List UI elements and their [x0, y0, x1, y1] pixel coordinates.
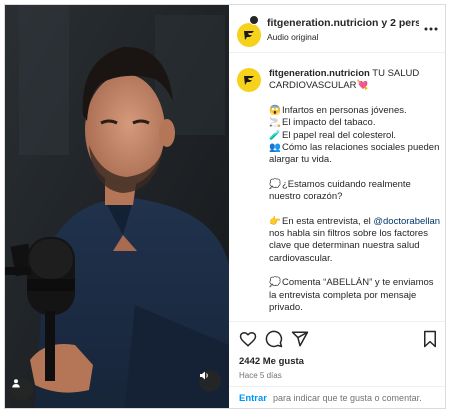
- collaborator-avatar[interactable]: [249, 15, 259, 25]
- fitgeneration-logo-icon: [244, 31, 254, 40]
- bullet-text: El papel real del colesterol.: [282, 129, 397, 141]
- comment-icon[interactable]: [265, 330, 283, 348]
- heart-icon[interactable]: [239, 330, 257, 348]
- bookmark-icon[interactable]: [421, 330, 439, 348]
- caption-author[interactable]: fitgeneration.nutricion: [269, 68, 370, 79]
- bullet-text: El impacto del tabaco.: [282, 117, 376, 129]
- caption-cta: 💭Comenta “ABELLÁN” y te enviamos la entr…: [269, 277, 441, 314]
- post-actions: 2442 Me gusta Hace 5 días Entrar para in…: [229, 321, 445, 408]
- share-icon[interactable]: [291, 330, 309, 348]
- cta-text: Comenta “ABELLÁN” y te enviamos la entre…: [269, 277, 434, 314]
- video-frame-illustration: [5, 5, 229, 408]
- mute-toggle-button[interactable]: [199, 370, 221, 392]
- caption-title: fitgeneration.nutricion TU SALUD CARDIOV…: [269, 68, 441, 93]
- post-header: fitgeneration.nutricion y 2 personas Aud…: [229, 5, 445, 53]
- bullet-text: Infartos en personas jóvenes.: [282, 104, 407, 116]
- bullet-item: 🧪El papel real del colesterol.: [269, 130, 396, 141]
- likes-count[interactable]: 2442 Me gusta: [239, 356, 304, 367]
- heart-emoji: 💘: [356, 80, 369, 92]
- user-tag-icon: [12, 379, 20, 388]
- bullet-item: 🚬El impacto del tabaco.: [269, 117, 375, 128]
- login-link[interactable]: Entrar: [239, 393, 267, 404]
- mention-link[interactable]: @doctorabellan: [373, 216, 440, 227]
- bullet-item: 😱Infartos en personas jóvenes.: [269, 105, 407, 116]
- interview-suffix: nos habla sin filtros sobre los factores…: [269, 228, 428, 264]
- thought-emoji: 💭: [269, 178, 281, 190]
- instagram-post-frame: fitgeneration.nutricion y 2 personas Aud…: [4, 4, 446, 409]
- thought-emoji: 💭: [269, 277, 281, 289]
- caption-question: 💭¿Estamos cuidando realmente nuestro cor…: [269, 179, 441, 204]
- caption-bullets: 😱Infartos en personas jóvenes. 🚬El impac…: [269, 105, 441, 167]
- account-avatar[interactable]: [237, 23, 261, 47]
- comment-prompt-text: para indicar que te gusta o comentar.: [272, 393, 422, 403]
- interview-prefix: En esta entrevista, el: [282, 215, 371, 227]
- fitgeneration-logo-icon: [244, 76, 254, 85]
- post-side-panel: fitgeneration.nutricion y 2 personas Aud…: [229, 5, 445, 408]
- bullet-emoji: 🚬: [269, 117, 281, 129]
- post-timestamp[interactable]: Hace 5 días: [239, 371, 282, 380]
- pointing-emoji: 👉: [269, 215, 281, 227]
- caption-interview: 👉En esta entrevista, el @doctorabellan n…: [269, 216, 441, 266]
- comment-prompt-row: Entrar para indicar que te gusta o comen…: [229, 386, 445, 408]
- bullet-text: Cómo las relaciones sociales pueden alar…: [269, 142, 440, 166]
- bullet-emoji: 👥: [269, 142, 281, 154]
- sound-on-icon: [200, 371, 208, 380]
- tagged-users-button[interactable]: [11, 378, 33, 400]
- more-options-icon[interactable]: [423, 25, 439, 33]
- bullet-emoji: 🧪: [269, 129, 281, 141]
- account-name[interactable]: fitgeneration.nutricion y 2 personas: [267, 17, 419, 29]
- bullet-emoji: 😱: [269, 104, 281, 116]
- reel-video[interactable]: [5, 5, 229, 408]
- question-text: ¿Estamos cuidando realmente nuestro cora…: [269, 178, 411, 203]
- caption-avatar[interactable]: [237, 68, 261, 92]
- caption-area: fitgeneration.nutricion TU SALUD CARDIOV…: [229, 53, 445, 321]
- bullet-item: 👥Cómo las relaciones sociales pueden ala…: [269, 142, 439, 165]
- caption-text: fitgeneration.nutricion TU SALUD CARDIOV…: [269, 68, 441, 321]
- audio-label[interactable]: Audio original: [267, 32, 319, 42]
